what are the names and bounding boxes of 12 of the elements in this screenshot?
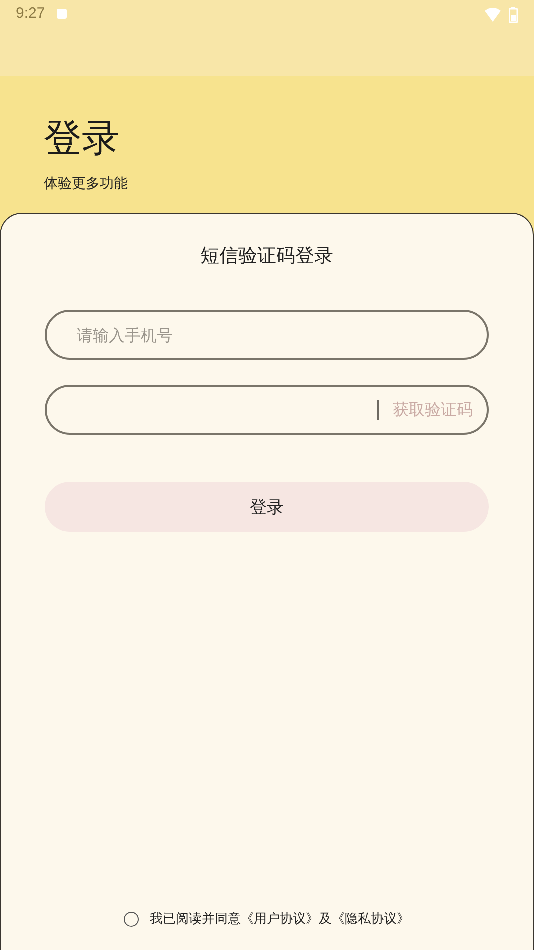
battery-icon	[509, 7, 518, 23]
status-time: 9:27	[16, 4, 46, 24]
notification-icon	[57, 9, 68, 19]
page-subtitle: 体验更多功能	[44, 175, 128, 194]
agreement-radio[interactable]	[124, 912, 139, 926]
wifi-icon	[485, 8, 501, 22]
divider-line	[377, 400, 379, 420]
agreement-text: 我已阅读并同意《用户协议》及《隐私协议》	[150, 911, 410, 928]
card-title: 短信验证码登录	[200, 244, 334, 269]
phone-input-field[interactable]: 请输入手机号	[45, 310, 489, 360]
page-title: 登录	[44, 116, 120, 160]
code-input-field[interactable]	[45, 385, 489, 435]
